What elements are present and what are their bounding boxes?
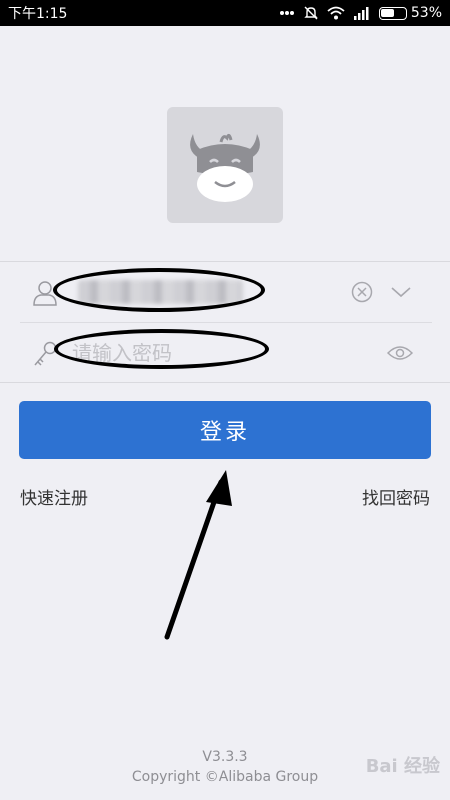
cow-logo-icon	[190, 133, 260, 202]
app-logo	[167, 107, 283, 223]
status-time: 下午1:15	[8, 6, 68, 22]
battery-fill	[381, 9, 394, 17]
battery-percent: 53%	[410, 5, 442, 21]
forgot-password-link[interactable]: 找回密码	[362, 484, 430, 509]
clear-circle-icon[interactable]	[351, 281, 373, 303]
wifi-icon	[327, 6, 345, 20]
key-icon	[34, 341, 57, 366]
password-row	[0, 323, 450, 384]
cellular-signal-icon	[353, 6, 369, 20]
mute-icon	[304, 6, 318, 20]
signal-dots-icon	[279, 11, 294, 15]
chevron-down-icon[interactable]	[390, 285, 412, 299]
account-input[interactable]	[78, 280, 243, 304]
password-input[interactable]	[72, 337, 272, 369]
annotation-arrow	[164, 470, 232, 640]
battery-icon	[378, 6, 407, 20]
watermark: Bai 经验	[365, 756, 440, 777]
status-bar: 下午1:15 53%	[0, 0, 450, 26]
eye-icon[interactable]	[387, 343, 413, 363]
register-link[interactable]: 快速注册	[20, 484, 88, 509]
login-input-group	[0, 261, 450, 383]
account-row	[0, 262, 450, 323]
user-icon	[33, 281, 57, 306]
battery-indicator: 53%	[378, 5, 442, 21]
login-button[interactable]: 登录	[19, 401, 431, 459]
status-icons: 53%	[279, 5, 442, 21]
